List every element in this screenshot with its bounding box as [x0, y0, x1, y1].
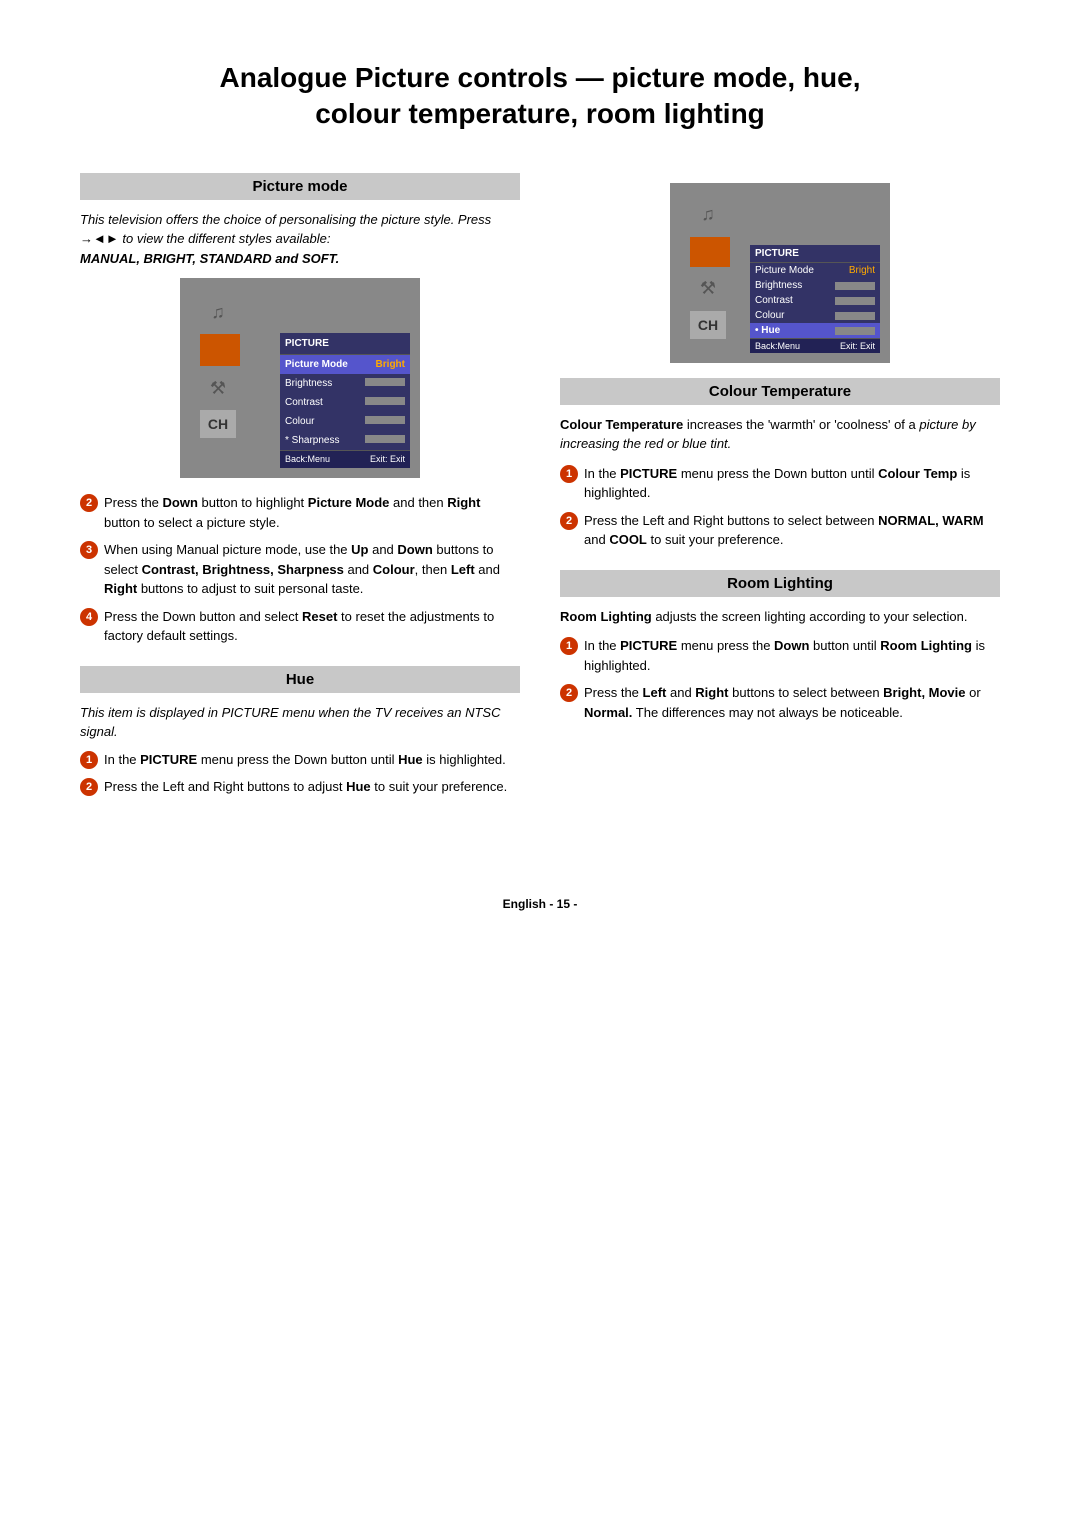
- step-num-3: 3: [80, 541, 98, 559]
- tv-icon-ch-r: CH: [690, 311, 726, 339]
- tv-icon-picture: [200, 334, 240, 366]
- room-lighting-intro: Room Lighting adjusts the screen lightin…: [560, 607, 1000, 627]
- picture-mode-section: Picture mode This television offers the …: [80, 173, 520, 646]
- hue-step1: 1 In the PICTURE menu press the Down but…: [80, 750, 520, 770]
- colour-temp-step-num-2: 2: [560, 512, 578, 530]
- page-title: Analogue Picture controls — picture mode…: [80, 60, 1000, 133]
- picture-mode-body: This television offers the choice of per…: [80, 210, 520, 646]
- colour-temperature-header: Colour Temperature: [560, 378, 1000, 405]
- tv-menu-left: PICTURE Picture ModeBright Brightness Co…: [280, 333, 410, 469]
- tv-screen-left: ♫ ⚒ CH PICTURE Picture ModeBright: [80, 278, 520, 478]
- tv-icon-settings: ⚒: [200, 374, 236, 402]
- colour-temp-step2: 2 Press the Left and Right buttons to se…: [560, 511, 1000, 550]
- room-lighting-step-text-1: In the PICTURE menu press the Down butto…: [584, 636, 1000, 675]
- room-lighting-body: Room Lighting adjusts the screen lightin…: [560, 607, 1000, 723]
- tv-icon-picture-r: [690, 237, 730, 267]
- colour-temp-step1: 1 In the PICTURE menu press the Down but…: [560, 464, 1000, 503]
- hue-step-num-1: 1: [80, 751, 98, 769]
- colour-temperature-section: Colour Temperature Colour Temperature in…: [560, 378, 1000, 550]
- tv-screen-image-left: ♫ ⚒ CH PICTURE Picture ModeBright: [180, 278, 420, 478]
- tv-menu-item-3: Colour: [280, 412, 410, 431]
- tv-menu-item-r3: Colour: [750, 308, 880, 323]
- step-text-2: Press the Down button to highlight Pictu…: [104, 493, 520, 532]
- footer-text: English - 15 -: [503, 897, 578, 911]
- page-footer: English - 15 -: [80, 897, 1000, 911]
- tv-menu-item-2: Contrast: [280, 393, 410, 412]
- hue-step-num-2: 2: [80, 778, 98, 796]
- picture-mode-intro: This television offers the choice of per…: [80, 210, 520, 269]
- colour-temperature-body: Colour Temperature increases the 'warmth…: [560, 415, 1000, 550]
- tv-icon-music-r: ♫: [690, 201, 726, 229]
- tv-menu-right: PICTURE Picture ModeBright Brightness Co…: [750, 245, 880, 353]
- content-area: Picture mode This television offers the …: [80, 173, 1000, 817]
- tv-menu-item-r2: Contrast: [750, 293, 880, 308]
- room-lighting-step2: 2 Press the Left and Right buttons to se…: [560, 683, 1000, 722]
- tv-menu-item-r1: Brightness: [750, 278, 880, 293]
- picture-mode-step2: 2 Press the Down button to highlight Pic…: [80, 493, 520, 532]
- colour-temp-step-num-1: 1: [560, 465, 578, 483]
- room-lighting-step-num-2: 2: [560, 684, 578, 702]
- hue-intro: This item is displayed in PICTURE menu w…: [80, 703, 520, 742]
- hue-step2: 2 Press the Left and Right buttons to ad…: [80, 777, 520, 797]
- room-lighting-header: Room Lighting: [560, 570, 1000, 597]
- hue-header: Hue: [80, 666, 520, 693]
- tv-menu-footer-right: Back:Menu Exit: Exit: [750, 338, 880, 353]
- tv-icon-settings-r: ⚒: [690, 275, 726, 303]
- tv-menu-item-1: Brightness: [280, 374, 410, 393]
- tv-menu-item-0: Picture ModeBright: [280, 355, 410, 374]
- right-column: ♫ ⚒ CH PICTURE Picture ModeBright Bright…: [560, 173, 1000, 743]
- hue-body: This item is displayed in PICTURE menu w…: [80, 703, 520, 797]
- tv-menu-item-4: * Sharpness: [280, 431, 410, 450]
- colour-temp-step-text-2: Press the Left and Right buttons to sele…: [584, 511, 1000, 550]
- room-lighting-section: Room Lighting Room Lighting adjusts the …: [560, 570, 1000, 723]
- tv-menu-title-left: PICTURE: [280, 333, 410, 355]
- hue-step-text-2: Press the Left and Right buttons to adju…: [104, 777, 520, 797]
- step-num-4: 4: [80, 608, 98, 626]
- step-text-4: Press the Down button and select Reset t…: [104, 607, 520, 646]
- step-num-2: 2: [80, 494, 98, 512]
- picture-mode-step3: 3 When using Manual picture mode, use th…: [80, 540, 520, 599]
- picture-mode-step4: 4 Press the Down button and select Reset…: [80, 607, 520, 646]
- tv-menu-title-right: PICTURE: [750, 245, 880, 263]
- colour-temp-step-text-1: In the PICTURE menu press the Down butto…: [584, 464, 1000, 503]
- tv-screen-right-container: ♫ ⚒ CH PICTURE Picture ModeBright Bright…: [560, 183, 1000, 363]
- room-lighting-step-text-2: Press the Left and Right buttons to sele…: [584, 683, 1000, 722]
- left-column: Picture mode This television offers the …: [80, 173, 520, 817]
- colour-temperature-intro: Colour Temperature increases the 'warmth…: [560, 415, 1000, 454]
- hue-step-text-1: In the PICTURE menu press the Down butto…: [104, 750, 520, 770]
- tv-menu-item-r0: Picture ModeBright: [750, 263, 880, 278]
- page: Analogue Picture controls — picture mode…: [0, 0, 1080, 1527]
- picture-mode-header: Picture mode: [80, 173, 520, 200]
- tv-menu-footer-left: Back:Menu Exit: Exit: [280, 450, 410, 469]
- tv-icon-music: ♫: [200, 298, 236, 326]
- tv-icon-ch: CH: [200, 410, 236, 438]
- room-lighting-step1: 1 In the PICTURE menu press the Down but…: [560, 636, 1000, 675]
- room-lighting-step-num-1: 1: [560, 637, 578, 655]
- hue-section: Hue This item is displayed in PICTURE me…: [80, 666, 520, 797]
- tv-screen-image-right: ♫ ⚒ CH PICTURE Picture ModeBright Bright…: [670, 183, 890, 363]
- tv-menu-item-r4: • Hue: [750, 323, 880, 338]
- step-text-3: When using Manual picture mode, use the …: [104, 540, 520, 599]
